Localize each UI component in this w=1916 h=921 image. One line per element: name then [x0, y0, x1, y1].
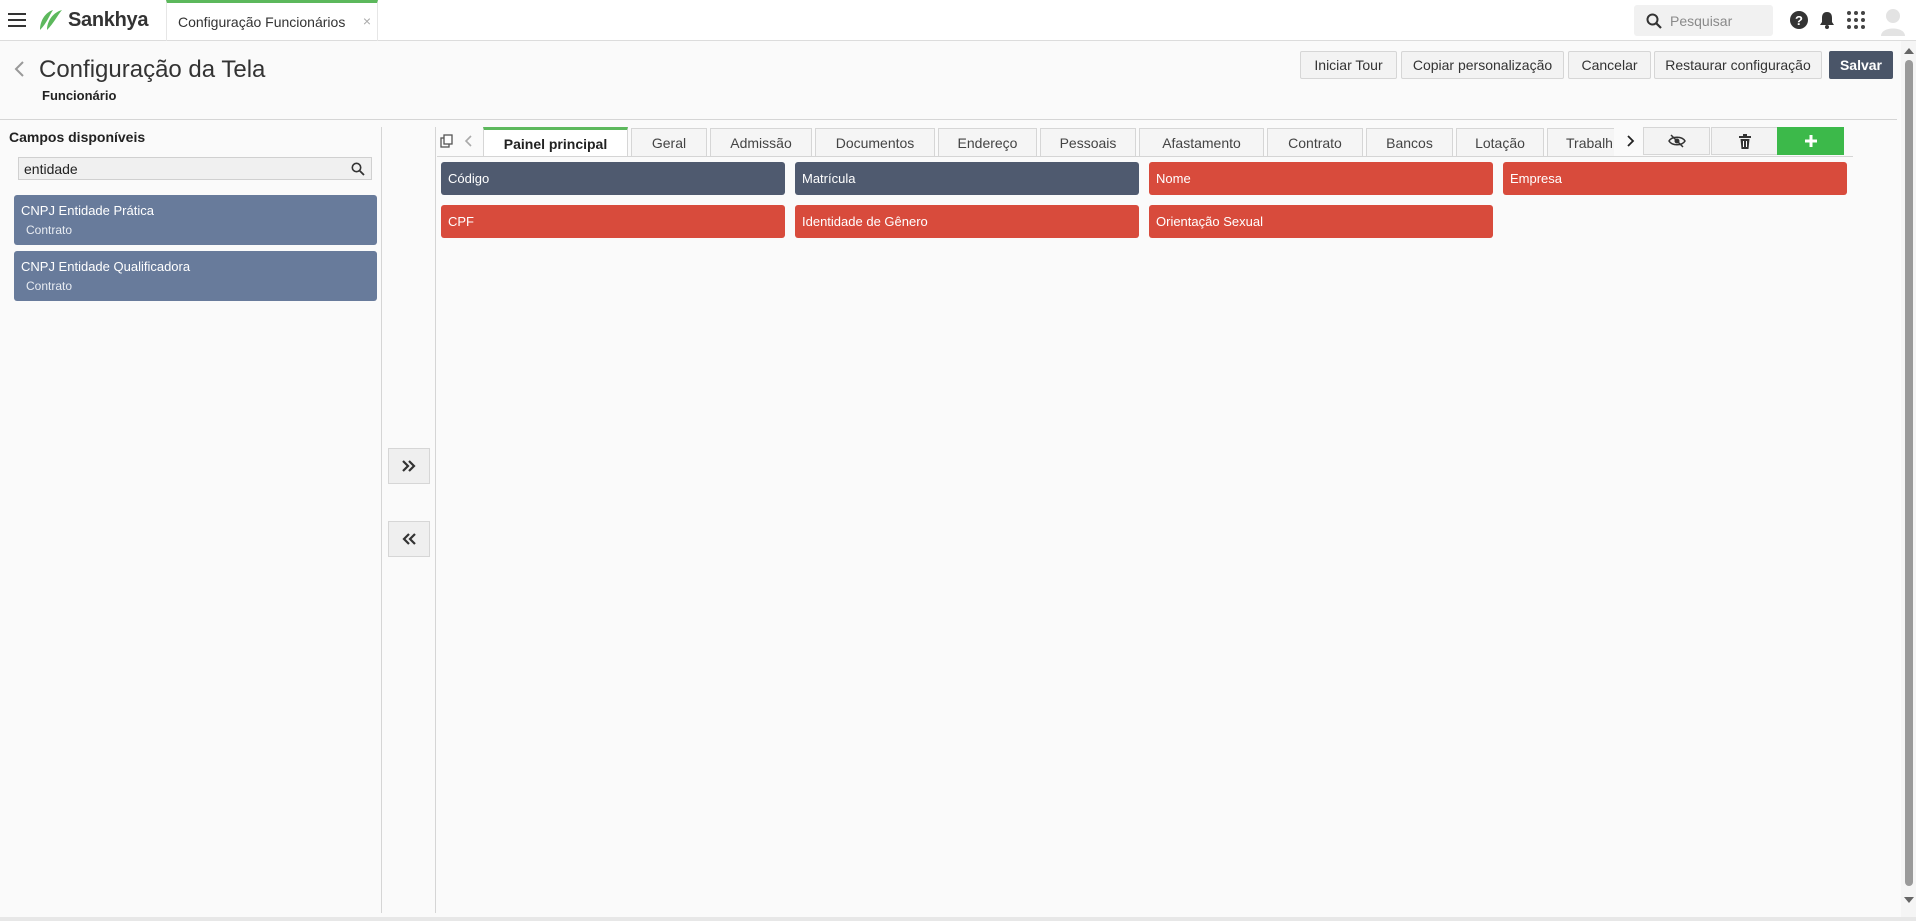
apps-grid-icon[interactable]: [1846, 10, 1866, 30]
tab-contrato[interactable]: Contrato: [1267, 128, 1363, 157]
page-title: Configuração da Tela: [39, 56, 266, 83]
cancel-button[interactable]: Cancelar: [1568, 51, 1651, 79]
restore-configuration-button[interactable]: Restaurar configuração: [1654, 51, 1822, 79]
field-name: CNPJ Entidade Qualificadora: [21, 259, 191, 274]
available-fields-search[interactable]: [18, 157, 372, 180]
add-tab-button[interactable]: [1777, 127, 1844, 155]
tab-admissao[interactable]: Admissão: [710, 128, 812, 157]
page-subtitle: Funcionário: [42, 88, 117, 103]
move-right-button[interactable]: [388, 448, 430, 484]
sankhya-logo[interactable]: Sankhya: [37, 8, 148, 32]
plus-icon: [1804, 135, 1817, 147]
start-tour-button[interactable]: Iniciar Tour: [1300, 51, 1397, 79]
grid-field-identidade-genero[interactable]: Identidade de Gênero: [795, 205, 1139, 238]
scroll-down-icon[interactable]: [1904, 897, 1914, 903]
field-group: Contrato: [26, 223, 73, 237]
grid-field-matricula[interactable]: Matrícula: [795, 162, 1139, 195]
tab-endereco[interactable]: Endereço: [938, 128, 1037, 157]
grid-field-nome[interactable]: Nome: [1149, 162, 1493, 195]
available-fields-search-input[interactable]: [24, 160, 344, 177]
global-search-input[interactable]: [1670, 12, 1770, 29]
tabs-strip: Painel principal Geral Admissão Document…: [483, 127, 1614, 157]
tab-bancos[interactable]: Bancos: [1366, 128, 1453, 157]
tab-painel-principal[interactable]: Painel principal: [483, 127, 628, 157]
tab-trabalho[interactable]: Trabalh: [1547, 128, 1614, 157]
grid-field-codigo[interactable]: Código: [441, 162, 785, 195]
search-icon[interactable]: [351, 162, 365, 176]
logo-text: Sankhya: [68, 8, 149, 31]
toggle-visibility-button[interactable]: [1643, 127, 1710, 155]
tab-documentos[interactable]: Documentos: [815, 128, 935, 157]
bell-icon[interactable]: [1817, 10, 1837, 30]
double-chevron-right-icon: [402, 460, 416, 472]
tab-afastamento[interactable]: Afastamento: [1139, 128, 1264, 157]
available-field-card[interactable]: CNPJ Entidade Qualificadora Contrato: [14, 251, 377, 301]
header-divider: [0, 119, 1897, 120]
field-name: CNPJ Entidade Prática: [21, 203, 154, 218]
tab-pessoais[interactable]: Pessoais: [1040, 128, 1136, 157]
close-icon[interactable]: ×: [363, 13, 371, 29]
sankhya-leaf-icon: [40, 10, 62, 30]
tab-lotacao[interactable]: Lotação: [1456, 128, 1544, 157]
trash-icon: [1738, 133, 1751, 149]
delete-tab-button[interactable]: [1711, 127, 1778, 155]
top-bar: Sankhya Configuração Funcionários × ?: [0, 0, 1916, 41]
global-search[interactable]: [1634, 5, 1773, 36]
menu-icon[interactable]: [8, 13, 26, 27]
middle-panel-divider: [435, 127, 436, 913]
left-panel-divider: [381, 127, 382, 913]
tabs-scroll-right-icon[interactable]: [1623, 134, 1637, 148]
help-icon[interactable]: ?: [1789, 10, 1809, 30]
svg-text:?: ?: [1795, 13, 1803, 28]
grid-field-cpf[interactable]: CPF: [441, 205, 785, 238]
tab-geral[interactable]: Geral: [631, 128, 707, 157]
move-left-button[interactable]: [388, 521, 430, 557]
tabs-underline: [437, 156, 1853, 157]
tabs-scroll-left-icon[interactable]: [462, 134, 476, 148]
user-avatar[interactable]: [1879, 6, 1907, 36]
copy-icon[interactable]: [440, 134, 454, 148]
copy-customization-button[interactable]: Copiar personalização: [1401, 51, 1564, 79]
field-group: Contrato: [26, 279, 73, 293]
available-field-card[interactable]: CNPJ Entidade Prática Contrato: [14, 195, 377, 245]
available-fields-title: Campos disponíveis: [9, 129, 146, 145]
double-chevron-left-icon: [402, 533, 416, 545]
back-chevron-icon[interactable]: [13, 60, 25, 78]
eye-slash-icon: [1667, 134, 1686, 148]
grid-field-empresa[interactable]: Empresa: [1503, 162, 1847, 195]
app-tab-configuracao[interactable]: Configuração Funcionários ×: [166, 0, 378, 41]
scroll-up-icon[interactable]: [1904, 48, 1914, 54]
search-icon: [1646, 13, 1662, 29]
app-tab-label: Configuração Funcionários: [178, 14, 346, 30]
scrollbar-thumb[interactable]: [1905, 60, 1913, 886]
bottom-border: [0, 917, 1916, 921]
save-button[interactable]: Salvar: [1829, 51, 1893, 79]
grid-field-orientacao-sexual[interactable]: Orientação Sexual: [1149, 205, 1493, 238]
